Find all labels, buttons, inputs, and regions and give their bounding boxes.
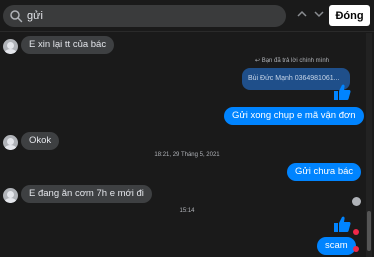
error-icon[interactable] [353,229,359,235]
avatar[interactable] [3,188,18,203]
avatar[interactable] [3,135,18,150]
avatar[interactable] [3,39,18,54]
search-input[interactable] [27,8,277,24]
thumbs-up-icon [334,84,351,100]
thumbs-up-icon[interactable] [333,215,351,233]
scroll-thumb[interactable] [367,211,371,251]
message-outgoing[interactable]: Gửi chưa bác [287,163,362,181]
error-icon[interactable] [353,246,359,252]
chat-window: Đóng E xin lại tt của bác ↩ Bạn đã trả l… [0,0,374,257]
chevron-down-icon[interactable] [312,7,326,21]
timestamp: 18:21, 29 Tháng 5, 2021 [154,152,220,158]
message-incoming[interactable]: Okok [21,132,60,150]
reply-icon: ↩ [255,58,262,64]
search-field[interactable] [3,5,286,27]
chevron-up-icon[interactable] [295,7,309,21]
timestamp: 15:14 [179,208,195,214]
seen-avatar [352,197,361,206]
close-button[interactable]: Đóng [329,5,370,26]
message-outgoing[interactable]: scam [317,237,356,255]
reply-note-text: Bạn đã trả lời chính mình [261,58,330,64]
message-incoming[interactable]: E xin lại tt của bác [21,36,115,54]
search-toolbar: Đóng [0,0,374,32]
message-incoming[interactable]: E đang ăn cơm 7h e mới đi [21,185,152,203]
search-icon [10,10,23,23]
scrollbar[interactable] [366,33,372,257]
message-outgoing[interactable]: Gửi xong chụp e mã vận đơn [224,107,364,125]
reply-note: ↩ Bạn đã trả lời chính mình [255,57,329,64]
